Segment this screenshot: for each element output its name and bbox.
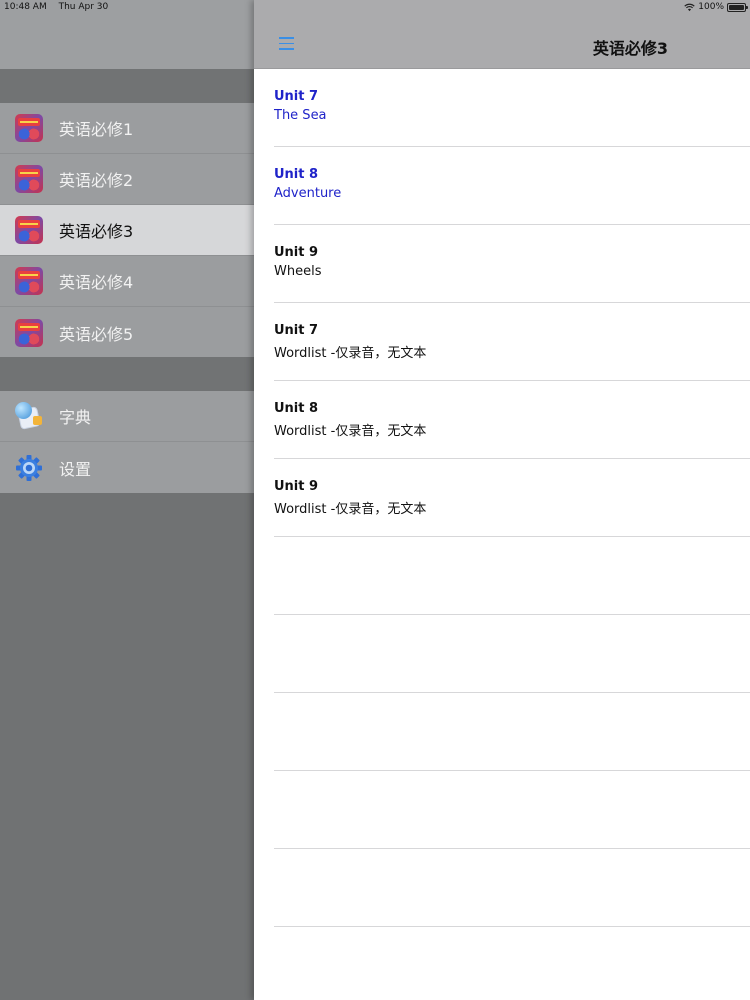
sidebar-item-book-1[interactable]: 英语必修1 [0, 103, 254, 154]
lesson-name: Wordlist -仅录音，无文本 [274, 346, 427, 361]
battery-percent: 100% [698, 2, 724, 12]
list-item[interactable]: Unit 8 Adventure [254, 147, 750, 225]
status-date: Thu Apr 30 [58, 2, 109, 12]
sidebar-item-book-5[interactable]: 英语必修5 [0, 307, 254, 358]
textbook-cover-icon [15, 318, 43, 347]
textbook-cover-icon [15, 114, 43, 142]
sidebar-item-label: 英语必修5 [59, 324, 134, 344]
textbook-cover-icon [15, 165, 43, 193]
battery-icon [727, 2, 748, 12]
lesson-list: Unit 7 The Sea Unit 8 Adventure Unit 9 W… [254, 69, 750, 927]
book-list: 英语必修1 英语必修2 英语必修3 英语必修4 英语必修5 [0, 103, 254, 358]
wifi-icon [684, 3, 695, 11]
textbook-cover-icon [15, 267, 43, 295]
sidebar-item-label: 英语必修4 [59, 273, 134, 292]
empty-row [254, 693, 750, 771]
sidebar-item-book-4[interactable]: 英语必修4 [0, 256, 254, 307]
lesson-unit: Unit 9 [274, 245, 319, 260]
sidebar-item-book-2[interactable]: 英语必修2 [0, 154, 254, 205]
list-item[interactable]: Unit 8 Wordlist -仅录音，无文本 [254, 381, 750, 459]
sidebar-item-settings[interactable]: 设置 [0, 442, 254, 493]
sidebar-item-book-3[interactable]: 英语必修3 [0, 205, 254, 256]
sidebar-spacer [0, 357, 254, 391]
divider [274, 926, 750, 927]
sidebar-item-label: 设置 [59, 459, 92, 479]
list-item[interactable]: Unit 9 Wheels [254, 225, 750, 303]
lesson-unit: Unit 9 [274, 479, 319, 494]
list-item[interactable]: Unit 7 The Sea [254, 69, 750, 147]
empty-row [254, 771, 750, 849]
status-time: 10:48 AM [4, 2, 47, 12]
sidebar-spacer [0, 69, 254, 103]
lesson-unit: Unit 8 [274, 167, 319, 182]
status-bar: 10:48 AM Thu Apr 30 100% [0, 0, 750, 14]
main-panel: 英语必修3 Unit 7 The Sea Unit 8 Adventure Un… [254, 0, 750, 1000]
textbook-cover-icon [15, 216, 43, 244]
gear-icon [16, 454, 42, 481]
lesson-name: The Sea [274, 108, 327, 123]
sidebar-item-label: 英语必修2 [59, 171, 134, 190]
empty-row [254, 615, 750, 693]
sidebar: 英语必修1 英语必修2 英语必修3 英语必修4 英语必修5 字典 设置 [0, 0, 254, 1000]
empty-row [254, 537, 750, 615]
lesson-unit: Unit 7 [274, 89, 319, 104]
sidebar-item-dictionary[interactable]: 字典 [0, 391, 254, 442]
sidebar-item-label: 英语必修1 [59, 120, 134, 139]
sidebar-item-label: 英语必修3 [59, 222, 134, 241]
lesson-name: Adventure [274, 186, 342, 201]
lesson-unit: Unit 7 [274, 323, 319, 338]
list-item[interactable]: Unit 7 Wordlist -仅录音，无文本 [254, 303, 750, 381]
lesson-name: Wheels [274, 264, 322, 279]
lesson-unit: Unit 8 [274, 401, 319, 416]
lesson-name: Wordlist -仅录音，无文本 [274, 502, 427, 517]
lesson-name: Wordlist -仅录音，无文本 [274, 424, 427, 439]
dictionary-icon [15, 402, 43, 430]
page-title: 英语必修3 [592, 39, 668, 58]
empty-row [254, 849, 750, 927]
list-item[interactable]: Unit 9 Wordlist -仅录音，无文本 [254, 459, 750, 537]
sidebar-item-label: 字典 [59, 408, 92, 427]
tool-list: 字典 设置 [0, 391, 254, 493]
